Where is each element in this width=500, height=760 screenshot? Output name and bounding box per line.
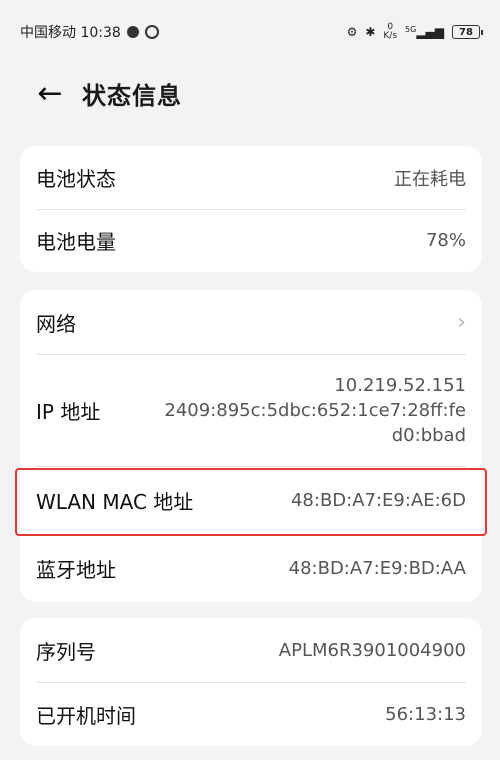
bluetooth-icon: ✱ bbox=[365, 25, 376, 39]
status-right: ⚙ ✱ 0 K/s 5G▂▄▆ 78 bbox=[346, 23, 483, 41]
serial-number-row: 序列号 APLM6R3901004900 bbox=[20, 618, 482, 682]
uptime-label: 已开机时间 bbox=[36, 703, 136, 728]
network-label: 网络 bbox=[36, 311, 76, 336]
battery-level-value: 78% bbox=[425, 230, 466, 251]
battery-level: 78 bbox=[459, 26, 473, 38]
uptime-value: 56:13:13 bbox=[385, 703, 466, 725]
arrow-left-icon: ← bbox=[37, 75, 63, 111]
battery-level-row: 电池电量 78% bbox=[20, 209, 482, 272]
serial-number-value: APLM6R3901004900 bbox=[278, 639, 466, 661]
bluetooth-address-label: 蓝牙地址 bbox=[36, 557, 116, 582]
wlan-mac-value: 48:BD:A7:E9:AE:6D bbox=[290, 489, 466, 511]
wlan-mac-label: WLAN MAC 地址 bbox=[36, 489, 194, 514]
status-left: 中国移动 10:38 bbox=[20, 22, 159, 42]
bluetooth-address-value: 48:BD:A7:E9:BD:AA bbox=[288, 557, 466, 579]
speed-unit: K/s bbox=[383, 31, 398, 41]
page-title: 状态信息 bbox=[82, 81, 182, 110]
battery-card: 电池状态 正在耗电 电池电量 78% bbox=[20, 146, 482, 272]
serial-number-label: 序列号 bbox=[36, 639, 96, 664]
uptime-row: 已开机时间 56:13:13 bbox=[20, 682, 482, 746]
carrier-time: 中国移动 10:38 bbox=[20, 25, 121, 41]
network-speed: 0 K/s bbox=[383, 23, 397, 41]
ip-line-2: 2409:895c:5dbc:652:1ce7:28ff:fe bbox=[164, 399, 466, 421]
battery-status-value: 正在耗电 bbox=[394, 168, 466, 190]
battery-icon: 78 bbox=[452, 25, 483, 39]
ip-address-row: IP 地址 10.219.52.151 2409:895c:5dbc:652:1… bbox=[20, 354, 482, 466]
network-card: 网络 › IP 地址 10.219.52.151 2409:895c:5dbc:… bbox=[20, 290, 482, 602]
ip-address-value: 10.219.52.151 2409:895c:5dbc:652:1ce7:28… bbox=[164, 373, 466, 448]
notification-icon bbox=[126, 26, 139, 38]
ip-line-3: d0:bbad bbox=[391, 424, 466, 446]
location-icon bbox=[144, 25, 159, 39]
device-card: 序列号 APLM6R3901004900 已开机时间 56:13:13 bbox=[20, 618, 482, 746]
page-header: ← 状态信息 bbox=[0, 64, 500, 122]
battery-level-label: 电池电量 bbox=[36, 230, 116, 254]
wlan-mac-row: WLAN MAC 地址 48:BD:A7:E9:AE:6D bbox=[20, 466, 482, 534]
bluetooth-address-row: 蓝牙地址 48:BD:A7:E9:BD:AA bbox=[20, 534, 482, 602]
ip-line-1: 10.219.52.151 bbox=[334, 374, 466, 396]
battery-status-label: 电池状态 bbox=[36, 167, 116, 191]
signal-icon: 5G▂▄▆ bbox=[405, 25, 444, 39]
battery-status-row: 电池状态 正在耗电 bbox=[20, 146, 482, 209]
chevron-right-icon: › bbox=[457, 309, 466, 335]
signal-label: 5G bbox=[405, 25, 417, 34]
network-row[interactable]: 网络 › bbox=[20, 290, 482, 354]
status-bar: 中国移动 10:38 ⚙ ✱ 0 K/s 5G▂▄▆ 78 bbox=[0, 0, 500, 64]
ip-address-label: IP 地址 bbox=[36, 399, 101, 424]
back-button[interactable]: ← bbox=[30, 73, 70, 113]
vibrate-icon: ⚙ bbox=[346, 25, 358, 39]
